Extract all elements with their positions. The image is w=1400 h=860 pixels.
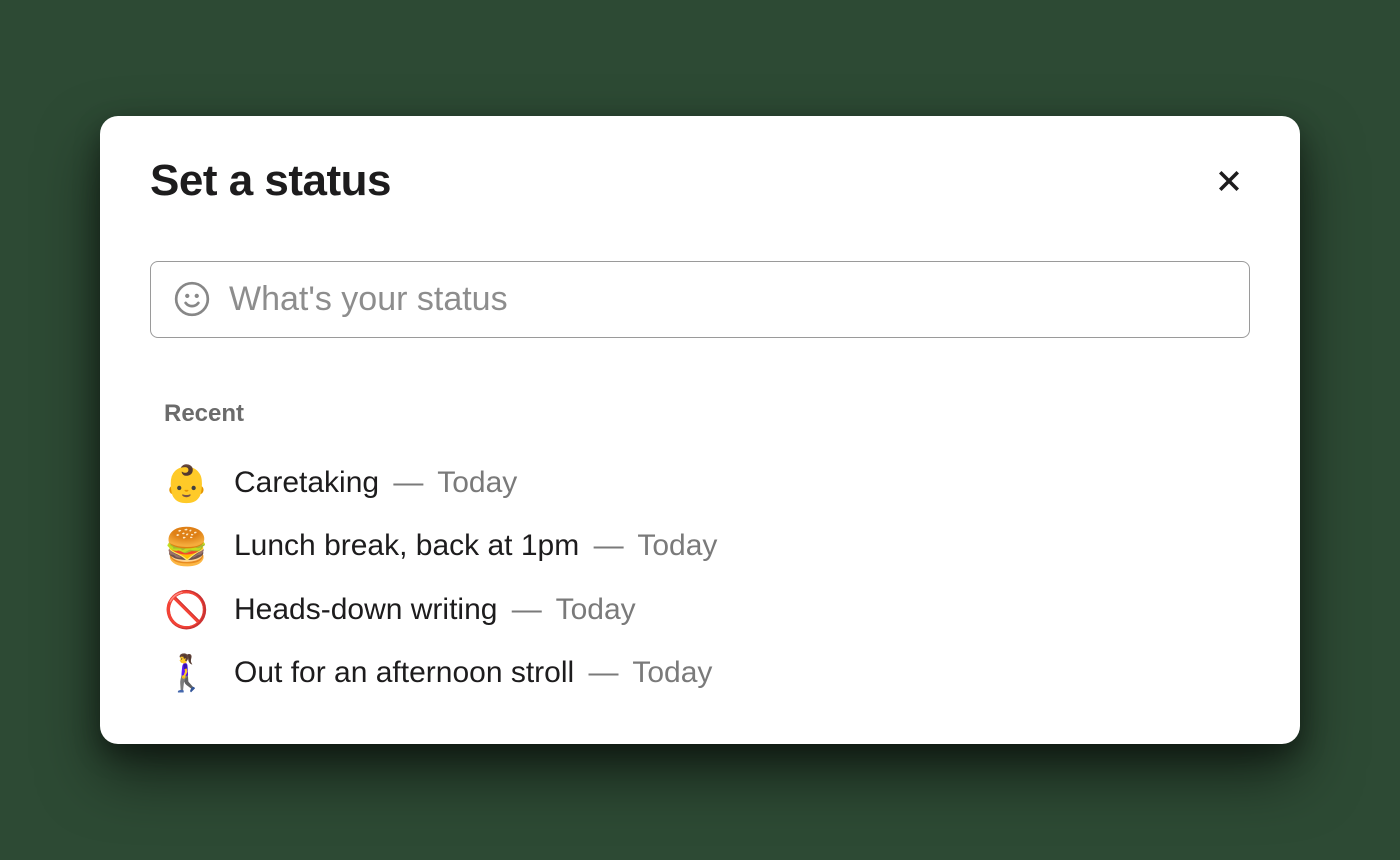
set-status-modal: Set a status Recent 👶 Caretaking — bbox=[100, 116, 1300, 745]
baby-icon: 👶 bbox=[164, 462, 208, 505]
recent-status-time: Today bbox=[632, 656, 712, 689]
no-entry-icon: 🚫 bbox=[164, 588, 208, 631]
smiley-icon bbox=[173, 280, 211, 318]
recent-status-label: Caretaking bbox=[234, 466, 379, 499]
recent-status-time: Today bbox=[556, 593, 636, 626]
close-button[interactable] bbox=[1208, 160, 1250, 202]
status-input[interactable] bbox=[221, 280, 1227, 319]
separator: — bbox=[594, 529, 624, 562]
recent-status-label: Lunch break, back at 1pm bbox=[234, 529, 579, 562]
recent-status-label: Out for an afternoon stroll bbox=[234, 656, 574, 689]
recent-status-item[interactable]: 🍔 Lunch break, back at 1pm — Today bbox=[150, 515, 1250, 578]
recent-status-item[interactable]: 👶 Caretaking — Today bbox=[150, 452, 1250, 515]
walking-icon: 🚶‍♀️ bbox=[164, 651, 208, 694]
separator: — bbox=[393, 466, 423, 499]
close-icon bbox=[1214, 166, 1244, 196]
recent-status-item[interactable]: 🚶‍♀️ Out for an afternoon stroll — Today bbox=[150, 641, 1250, 704]
separator: — bbox=[512, 593, 542, 626]
hamburger-icon: 🍔 bbox=[164, 525, 208, 568]
recent-status-item[interactable]: 🚫 Heads-down writing — Today bbox=[150, 578, 1250, 641]
modal-header: Set a status bbox=[150, 156, 1250, 206]
separator: — bbox=[589, 656, 619, 689]
recent-status-time: Today bbox=[437, 466, 517, 499]
recent-status-time: Today bbox=[637, 529, 717, 562]
recent-heading: Recent bbox=[164, 400, 1250, 428]
status-input-container[interactable] bbox=[150, 261, 1250, 338]
emoji-picker-button[interactable] bbox=[173, 280, 221, 318]
recent-status-label: Heads-down writing bbox=[234, 593, 497, 626]
modal-title: Set a status bbox=[150, 156, 391, 206]
recent-status-list: 👶 Caretaking — Today 🍔 Lunch break, back… bbox=[150, 452, 1250, 705]
